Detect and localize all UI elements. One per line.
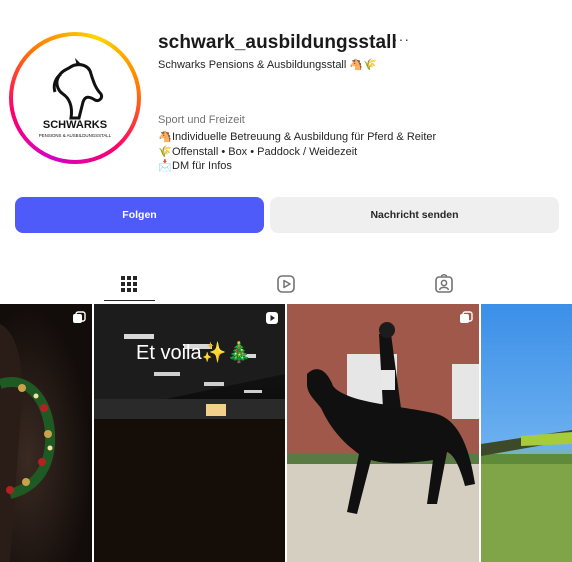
post-caption-overlay: Et voila✨🎄 xyxy=(136,342,252,364)
tab-tagged[interactable] xyxy=(432,272,456,296)
follow-button[interactable]: Folgen xyxy=(15,197,264,233)
reel-play-icon xyxy=(266,312,278,324)
profile-avatar[interactable]: SCHWARKS PENSIONS & AUSBILDUNGSSTALL xyxy=(9,32,141,164)
profile-username: schwark_ausbildungsstall xyxy=(158,32,397,53)
post-image-dressage-horse xyxy=(287,304,479,562)
inbox-emoji-icon: 📩 xyxy=(158,160,172,172)
carousel-icon xyxy=(460,311,473,323)
profile-full-name: Schwarks Pensions & Ausbildungsstall 🐴🌾 xyxy=(158,59,377,71)
post-image-horse-wreath xyxy=(0,324,56,562)
avatar-border: SCHWARKS PENSIONS & AUSBILDUNGSSTALL xyxy=(13,36,137,160)
bio-text-2: Offenstall • Box • Paddock / Weidezeit xyxy=(172,146,358,158)
bio-line-1: 🐴Individuelle Betreuung & Ausbildung für… xyxy=(158,130,436,143)
carousel-icon xyxy=(73,311,86,323)
tab-reels[interactable] xyxy=(274,272,298,296)
post-tile-1[interactable] xyxy=(0,304,92,562)
tab-posts[interactable] xyxy=(117,272,141,296)
tagged-icon xyxy=(435,274,453,293)
profile-category: Sport und Freizeit xyxy=(158,114,245,126)
avatar-logo-text: SCHWARKS xyxy=(43,119,107,131)
avatar-logo-subtext: PENSIONS & AUSBILDUNGSSTALL xyxy=(39,133,112,138)
bio-line-2: 🌾Offenstall • Box • Paddock / Weidezeit xyxy=(158,145,357,158)
bio-text-1: Individuelle Betreuung & Ausbildung für … xyxy=(172,131,437,143)
reels-icon xyxy=(277,275,295,293)
more-options-button[interactable]: ··· xyxy=(393,31,410,47)
avatar-logo: SCHWARKS PENSIONS & AUSBILDUNGSSTALL xyxy=(17,40,133,156)
bio-text-3: DM für Infos xyxy=(172,160,232,172)
horse-logo-icon: SCHWARKS PENSIONS & AUSBILDUNGSSTALL xyxy=(39,58,112,138)
active-tab-indicator xyxy=(104,300,155,301)
post-tile-2[interactable]: Et voila✨🎄 xyxy=(94,304,285,562)
bio-line-3: 📩DM für Infos xyxy=(158,159,232,172)
grid-icon xyxy=(121,276,137,292)
send-message-button[interactable]: Nachricht senden xyxy=(270,197,559,233)
posts-grid: Et voila✨🎄 xyxy=(0,304,572,562)
horse-emoji-icon: 🐴 xyxy=(158,131,172,143)
post-image-field-sky xyxy=(481,430,572,562)
sheaf-emoji-icon: 🌾 xyxy=(158,146,172,158)
post-tile-3[interactable] xyxy=(287,304,479,562)
post-tile-4[interactable] xyxy=(481,304,572,562)
